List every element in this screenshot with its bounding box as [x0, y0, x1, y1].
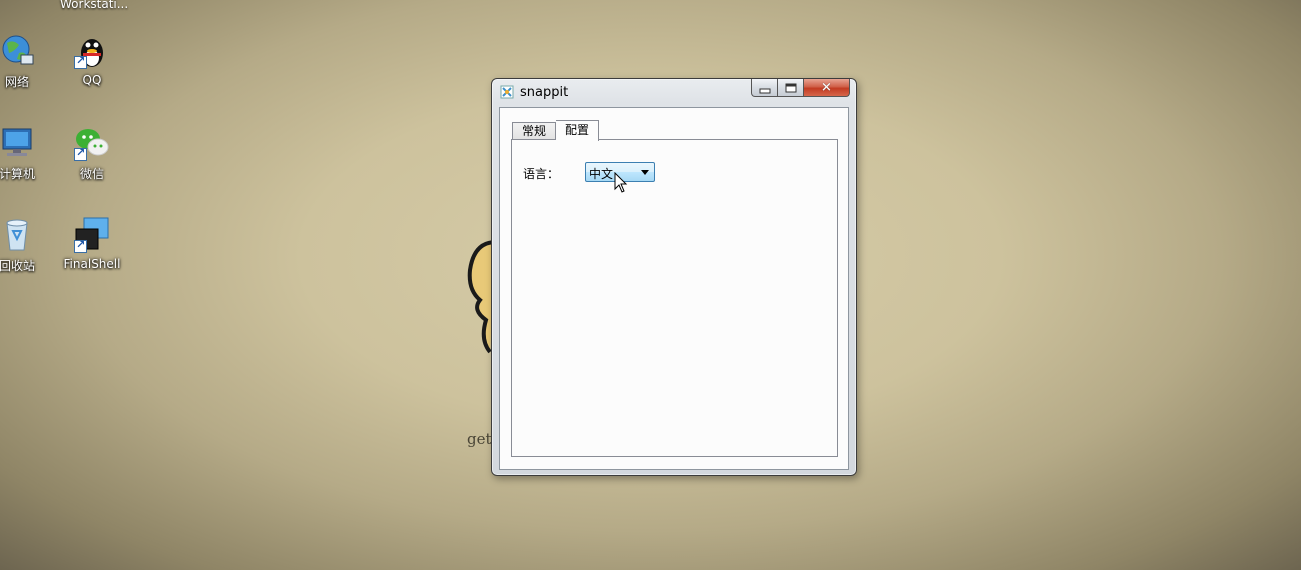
- shortcut-arrow-icon: [74, 54, 87, 69]
- minimize-button[interactable]: [751, 79, 778, 97]
- close-icon: ✕: [821, 80, 832, 95]
- desktop-icon-label: FinalShell: [63, 257, 121, 271]
- window-title: snappit: [520, 85, 569, 100]
- qq-icon: [74, 33, 110, 69]
- desktop-icon-wechat[interactable]: 微信: [56, 125, 128, 182]
- language-label: 语言：: [523, 167, 560, 181]
- tab-config[interactable]: 配置: [556, 120, 600, 141]
- wechat-icon: [74, 125, 110, 161]
- desktop-icon-computer[interactable]: 计算机: [0, 125, 53, 182]
- shortcut-arrow-icon: [74, 238, 87, 253]
- mouse-cursor-icon: [614, 171, 628, 197]
- desktop-icon-label: 微信: [79, 167, 104, 181]
- title-bar[interactable]: snappit ✕: [492, 79, 856, 107]
- tab-general[interactable]: 常规: [512, 122, 557, 140]
- minimize-icon: [759, 88, 770, 93]
- snappit-window[interactable]: snappit ✕ 常规 配置 语言： 中文: [491, 78, 857, 476]
- desktop-icon-finalshell[interactable]: FinalShell: [56, 217, 128, 271]
- caption-buttons: ✕: [751, 79, 850, 98]
- desktop-icon-network[interactable]: 网络: [0, 33, 53, 90]
- computer-icon: [0, 125, 35, 161]
- desktop-icon-label: 回收站: [0, 259, 35, 273]
- desktop-top-label: Workstati...: [60, 0, 129, 11]
- close-button[interactable]: ✕: [804, 79, 850, 97]
- desktop-icon-label: 网络: [4, 75, 29, 89]
- app-icon: [500, 85, 514, 99]
- wallpaper-text: get: [467, 430, 492, 448]
- language-dropdown-value: 中文: [589, 167, 614, 181]
- finalshell-icon: [74, 217, 110, 253]
- desktop-icon-label: QQ: [82, 73, 102, 87]
- tab-strip: 常规 配置: [512, 119, 600, 141]
- window-client-area: 常规 配置 语言： 中文: [499, 107, 849, 470]
- desktop-icon-qq[interactable]: QQ: [56, 33, 128, 87]
- desktop-icon-label: 计算机: [0, 167, 35, 181]
- maximize-button[interactable]: [778, 79, 804, 97]
- maximize-icon: [785, 83, 796, 92]
- desktop-icon-recycle-bin[interactable]: 回收站: [0, 217, 53, 274]
- chevron-down-icon: [641, 170, 649, 175]
- config-tab-panel: 语言： 中文: [511, 139, 838, 457]
- shortcut-arrow-icon: [74, 146, 87, 161]
- network-icon: [0, 33, 35, 69]
- recycle-bin-icon: [0, 217, 35, 253]
